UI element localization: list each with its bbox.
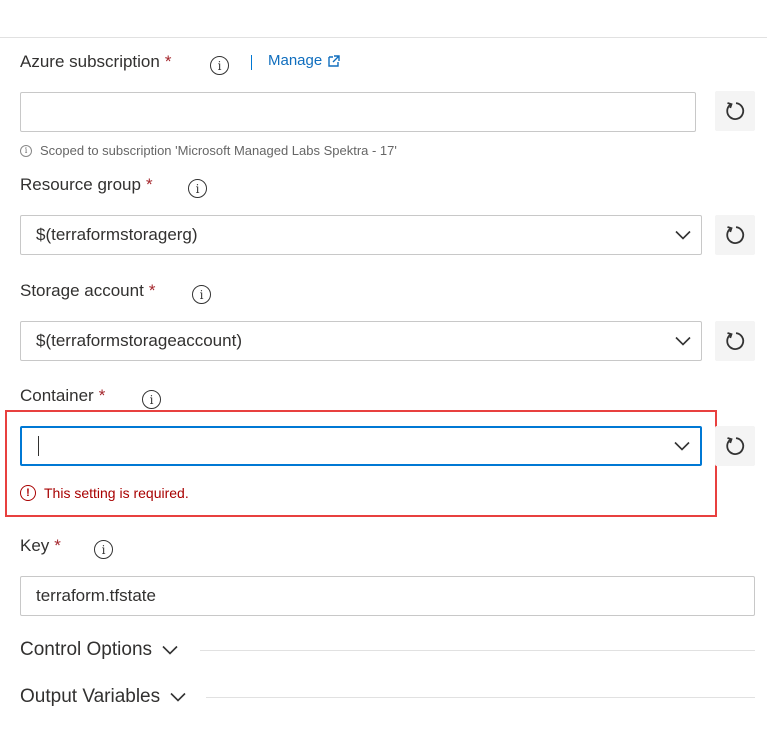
info-icon[interactable]: i [210,56,229,75]
storage-account-label: Storage account * [20,278,155,304]
resource-group-value: $(terraformstoragerg) [36,225,198,244]
output-variables-section[interactable]: Output Variables [20,686,186,708]
info-icon[interactable]: i [142,390,161,409]
storage-account-dropdown[interactable]: $(terraformstorageaccount) [20,321,702,361]
key-label: Key * [20,533,61,559]
manage-link-label[interactable]: Manage [268,52,322,69]
control-options-title[interactable]: Control Options [20,639,152,661]
section-divider [200,650,755,651]
control-options-section[interactable]: Control Options [20,639,178,661]
storage-account-refresh-button[interactable] [715,321,755,361]
required-marker: * [98,386,106,405]
chevron-down-icon[interactable] [675,336,691,346]
external-link-icon [328,54,340,67]
info-icon: i [20,144,32,157]
error-icon: ! [20,485,36,501]
storage-account-label-text: Storage account [20,281,144,300]
required-marker: * [148,281,156,300]
subscription-refresh-button[interactable] [715,91,755,131]
container-dropdown[interactable] [20,426,702,466]
resource-group-refresh-button[interactable] [715,215,755,255]
azure-subscription-field[interactable] [20,92,696,132]
manage-link[interactable]: Manage [268,52,340,69]
refresh-icon [726,437,745,455]
chevron-down-icon[interactable] [674,441,690,451]
container-label-text: Container [20,386,94,405]
required-marker: * [54,536,61,555]
container-label: Container * [20,383,105,409]
refresh-icon [726,332,745,350]
container-refresh-button[interactable] [715,426,755,466]
required-marker: * [145,175,153,194]
info-icon[interactable]: i [188,179,207,198]
subscription-scope-text: Scoped to subscription 'Microsoft Manage… [40,143,397,158]
chevron-down-icon[interactable] [675,230,691,240]
azure-subscription-label: Azure subscription * [20,49,171,75]
section-divider [206,697,755,698]
resource-group-label: Resource group * [20,172,153,198]
container-error-text: This setting is required. [44,485,189,501]
azure-subscription-label-text: Azure subscription [20,52,160,71]
container-error-message: ! This setting is required. [20,485,189,501]
info-icon[interactable]: i [94,540,113,559]
key-value: terraform.tfstate [36,586,156,605]
chevron-down-icon[interactable] [162,645,178,655]
refresh-icon [726,226,745,244]
link-separator [251,55,252,70]
info-icon[interactable]: i [192,285,211,304]
subscription-scope-hint: i Scoped to subscription 'Microsoft Mana… [20,143,397,158]
output-variables-title[interactable]: Output Variables [20,686,160,708]
required-marker: * [164,52,172,71]
resource-group-label-text: Resource group [20,175,141,194]
key-input[interactable]: terraform.tfstate [20,576,755,616]
chevron-down-icon[interactable] [170,692,186,702]
top-divider [0,37,767,38]
storage-account-value: $(terraformstorageaccount) [36,331,242,350]
resource-group-dropdown[interactable]: $(terraformstoragerg) [20,215,702,255]
refresh-icon [726,102,745,120]
key-label-text: Key [20,536,50,555]
text-cursor [38,436,39,456]
